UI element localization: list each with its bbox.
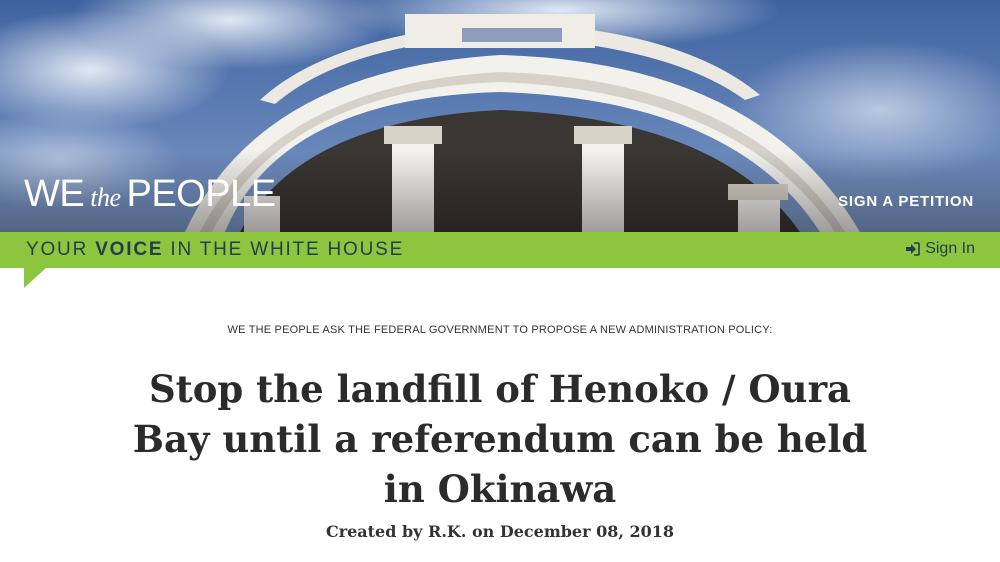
tagline-bar: YOUR VOICE IN THE WHITE HOUSE Sign In [0,232,1000,268]
petition-created-by: Created by R.K. on December 08, 2018 [325,522,675,541]
petition-ask-line: WE THE PEOPLE ASK THE FEDERAL GOVERNMENT… [227,324,773,336]
sign-in-link[interactable]: Sign In [905,240,975,258]
sign-in-label: Sign In [925,240,975,257]
tagline-prefix: YOUR [26,239,96,260]
tagline-flag-tail [24,268,46,288]
petition-title: Stop the landfill of Henoko / Oura Bay u… [132,367,868,511]
tagline-suffix: IN THE WHITE HOUSE [163,239,405,260]
logo-the: the [90,183,121,212]
sign-in-icon [906,242,920,256]
hero-banner: WE the PEOPLE SIGN A PETITION [0,0,1000,232]
logo-people: PEOPLE [126,173,276,215]
sign-a-petition-link[interactable]: SIGN A PETITION [838,193,974,210]
we-the-people-logo[interactable]: WE the PEOPLE [24,172,276,220]
tagline: YOUR VOICE IN THE WHITE HOUSE [26,238,404,262]
tagline-strong: VOICE [95,239,164,260]
logo-we: WE [24,173,85,215]
